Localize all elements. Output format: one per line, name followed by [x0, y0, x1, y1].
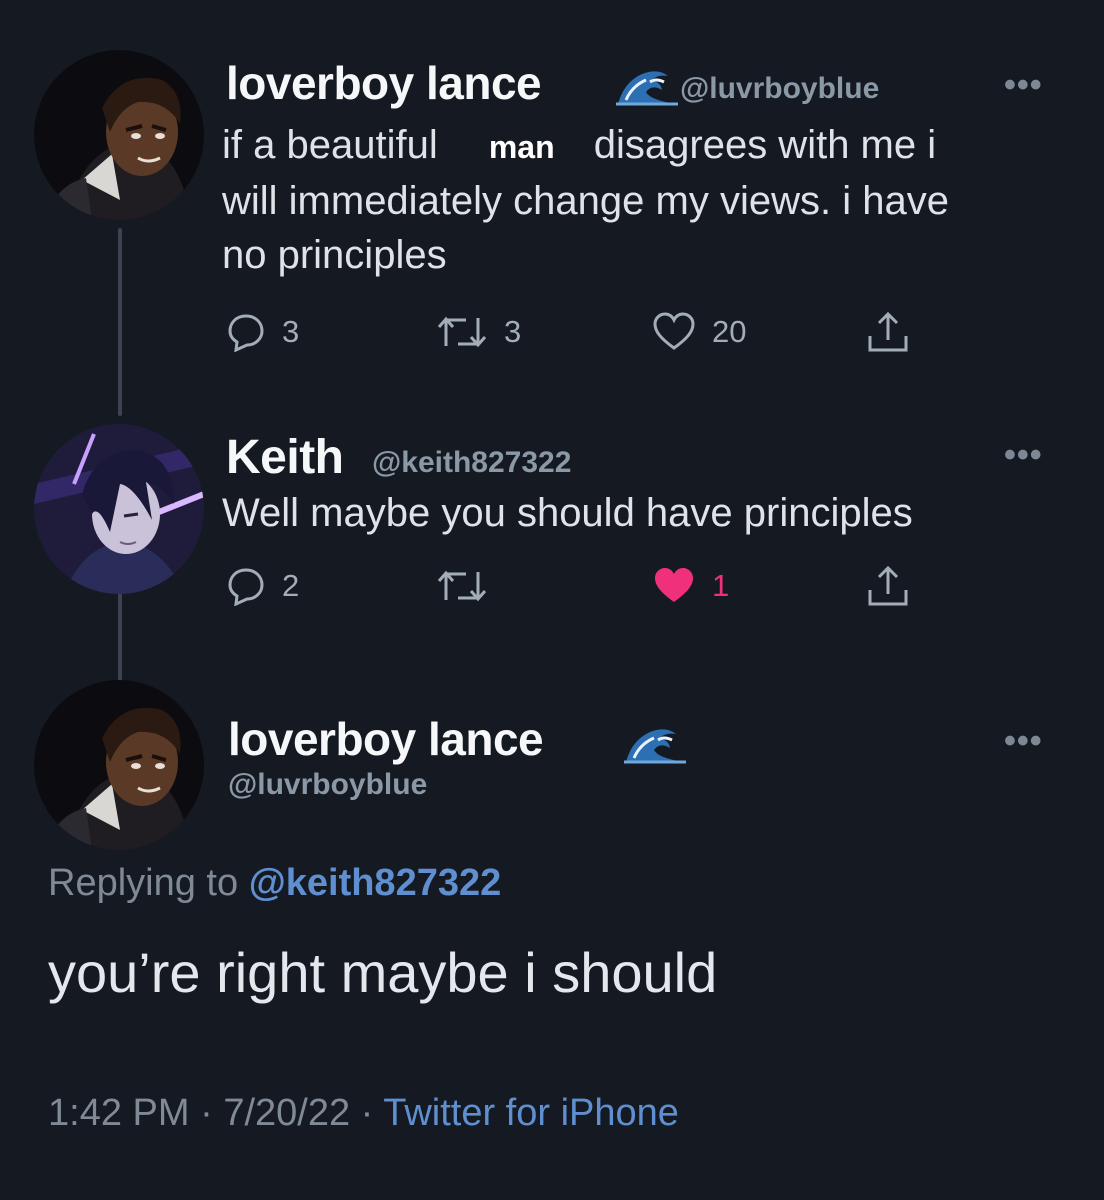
handle[interactable]: @keith827322: [372, 446, 571, 480]
replying-label: Replying to: [48, 862, 239, 904]
display-name[interactable]: Keith: [226, 430, 344, 485]
tweet-text-line: will immediately change my views. i have: [222, 179, 949, 223]
share-button[interactable]: [866, 310, 910, 354]
more-options-icon[interactable]: •••: [1004, 66, 1043, 105]
thread-line: [118, 228, 122, 416]
more-options-icon[interactable]: •••: [1004, 722, 1043, 761]
meta-separator: ·: [200, 1092, 213, 1134]
display-name[interactable]: loverboy lance: [226, 56, 542, 110]
reply-count: 2: [282, 568, 300, 603]
wave-emoji-icon: [616, 71, 678, 106]
like-count: 1: [712, 568, 730, 603]
tweet-text-part: disagrees with me i: [593, 123, 937, 167]
avatar[interactable]: [34, 424, 204, 594]
handle[interactable]: @luvrboyblue: [680, 72, 879, 106]
share-button[interactable]: [866, 564, 910, 608]
reply-button[interactable]: 2: [226, 566, 299, 606]
tweet-text-part: if a beautiful: [222, 123, 438, 167]
reply-count: 3: [282, 314, 300, 349]
replying-mention-link[interactable]: @keith827322: [249, 862, 502, 904]
tweet-date[interactable]: 7/20/22: [223, 1092, 350, 1134]
tweet-text: you’re right maybe i should: [48, 941, 718, 1004]
share-icon: [868, 565, 908, 606]
retweet-button[interactable]: [436, 566, 488, 606]
tweet-text: if a beautiful man disagrees with me i w…: [222, 118, 1062, 282]
wave-emoji-icon: [624, 729, 686, 764]
meta-separator: ·: [360, 1092, 374, 1134]
retweet-icon: [437, 570, 487, 602]
display-name[interactable]: loverboy lance: [228, 712, 544, 766]
retweet-icon: [437, 316, 487, 348]
more-options-icon[interactable]: •••: [1004, 436, 1043, 475]
tweet-text-line: no principles: [222, 233, 447, 277]
reply-icon: [228, 314, 264, 352]
reply-button[interactable]: 3: [226, 312, 299, 352]
tweet-time[interactable]: 1:42 PM: [48, 1092, 190, 1134]
highlighted-word: man: [488, 129, 555, 165]
share-icon: [868, 311, 908, 352]
retweet-button[interactable]: 3: [436, 312, 521, 352]
avatar-image: [34, 424, 204, 594]
thread-line: [118, 592, 122, 682]
tweet-meta: 1:42 PM · 7/20/22 · Twitter for iPhone: [48, 1092, 679, 1135]
handle[interactable]: @luvrboyblue: [228, 768, 427, 802]
tweet-text: Well maybe you should have principles: [222, 491, 913, 535]
heart-filled-icon: [655, 568, 693, 602]
reply-icon: [228, 568, 264, 606]
like-button[interactable]: 20: [652, 312, 746, 352]
tweet-source-link[interactable]: Twitter for iPhone: [383, 1092, 679, 1134]
replying-to: Replying to @keith827322: [48, 862, 501, 905]
retweet-count: 3: [504, 314, 522, 349]
avatar[interactable]: [34, 50, 204, 220]
heart-icon: [653, 312, 695, 350]
avatar-image: [34, 50, 204, 220]
like-count: 20: [712, 314, 747, 349]
like-button[interactable]: 1: [652, 566, 729, 606]
avatar-image: [34, 680, 204, 850]
avatar[interactable]: [34, 680, 204, 850]
